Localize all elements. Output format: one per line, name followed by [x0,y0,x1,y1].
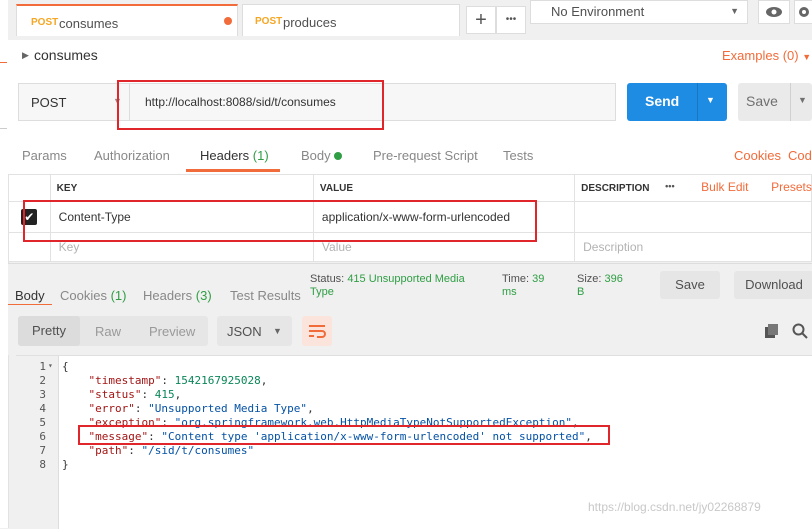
tab-method: POST [255,16,283,27]
tab-body[interactable]: Body [301,148,343,163]
tab-consumes[interactable]: POST consumes [16,4,238,36]
code-line: } [62,458,69,471]
format-select[interactable]: JSON ▼ [217,316,292,346]
line-number: 3 [39,388,46,401]
send-button[interactable]: Send ▼ [627,83,727,121]
size-readout: Size: 396 B [577,273,623,298]
save-button[interactable]: Save ▼ [738,83,812,121]
header-description-cell[interactable] [574,201,812,233]
line-number: 1 [39,360,46,373]
response-tab-cookies[interactable]: Cookies (1) [60,288,126,303]
code-line: "path": "/sid/t/consumes" [88,444,255,457]
body-status-dot-icon [334,152,343,160]
raw-button[interactable]: Raw [95,324,121,339]
pretty-button[interactable]: Pretty [18,316,80,346]
environment-select[interactable]: No Environment ▼ [530,0,748,24]
tab-prerequest-script[interactable]: Pre-request Script [373,148,478,163]
code-line: "error": "Unsupported Media Type", [88,402,314,415]
request-title[interactable]: consumes [34,47,98,63]
send-label: Send [645,93,680,109]
line-number-gutter: 1 ▾ 2 3 4 5 6 7 8 [16,356,59,529]
tab-label: consumes [59,16,119,31]
line-number: 8 [39,458,46,471]
code-line: "timestamp": 1542167925028, [88,374,268,387]
fold-icon[interactable]: ▾ [48,361,53,370]
status-readout: Status: 415 Unsupported Media Type [310,273,465,298]
line-number: 5 [39,416,46,429]
preview-button[interactable]: Preview [149,324,195,339]
time-readout: Time: 39 ms [502,273,545,298]
save-label: Save [746,93,778,109]
method-select[interactable]: POST ▼ [18,83,130,121]
response-tab-body[interactable]: Body [15,288,45,303]
response-save-button[interactable]: Save [660,271,720,299]
more-icon[interactable]: ••• [665,181,674,191]
chevron-down-icon: ▼ [730,6,739,16]
tab-label: produces [283,15,337,30]
settings-icon[interactable] [794,0,812,24]
line-number: 6 [39,430,46,443]
format-label: JSON [227,324,262,339]
wrap-lines-icon[interactable] [302,316,332,346]
bulk-edit-link[interactable]: Bulk Edit [701,180,748,194]
chevron-down-icon[interactable]: ▼ [798,95,807,105]
response-tab-headers[interactable]: Headers (3) [143,288,212,303]
code-line: "status": 415, [88,388,182,401]
tab-params[interactable]: Params [22,148,67,163]
cookies-link[interactable]: Cookies [734,148,781,163]
column-key: KEY [49,174,314,202]
presets-link[interactable]: Presets [771,180,812,194]
tab-method: POST [31,17,59,28]
line-number: 7 [39,444,46,457]
examples-link[interactable]: Examples (0) ▼ [722,48,811,63]
watermark-text: https://blog.csdn.net/jy02268879 [588,500,761,514]
line-number: 2 [39,374,46,387]
active-tab-underline [186,169,280,172]
code-line: { [62,360,69,373]
message-highlight-box [78,425,610,445]
more-tabs-icon[interactable]: ••• [496,6,526,34]
tab-headers[interactable]: Headers (1) [200,148,269,163]
column-description: DESCRIPTION ••• Bulk Edit Presets [574,174,812,202]
caret-right-icon[interactable]: ▶ [22,50,29,61]
view-mode-group: Pretty Raw Preview [18,316,208,346]
unsaved-dot-icon [224,17,232,25]
response-bar: Body Cookies (1) Headers (3) Test Result… [8,263,812,306]
method-label: POST [31,95,67,110]
eye-icon[interactable] [758,0,790,24]
download-button[interactable]: Download [734,271,812,299]
description-placeholder[interactable]: Description [574,232,812,262]
column-value: VALUE [312,174,576,202]
url-highlight-box [117,80,384,130]
tab-produces[interactable]: POST produces [242,4,460,36]
code-link[interactable]: Code [788,148,812,163]
chevron-down-icon[interactable]: ▼ [706,95,715,105]
tab-tests[interactable]: Tests [503,148,533,163]
tab-authorization[interactable]: Authorization [94,148,170,163]
add-tab-icon[interactable]: + [466,6,496,34]
search-icon[interactable] [792,323,808,342]
header-highlight-box [23,200,537,242]
chevron-down-icon: ▼ [273,326,282,336]
line-number: 4 [39,402,46,415]
response-tab-test-results[interactable]: Test Results [230,288,301,303]
copy-icon[interactable] [765,324,779,341]
environment-label: No Environment [551,4,645,19]
